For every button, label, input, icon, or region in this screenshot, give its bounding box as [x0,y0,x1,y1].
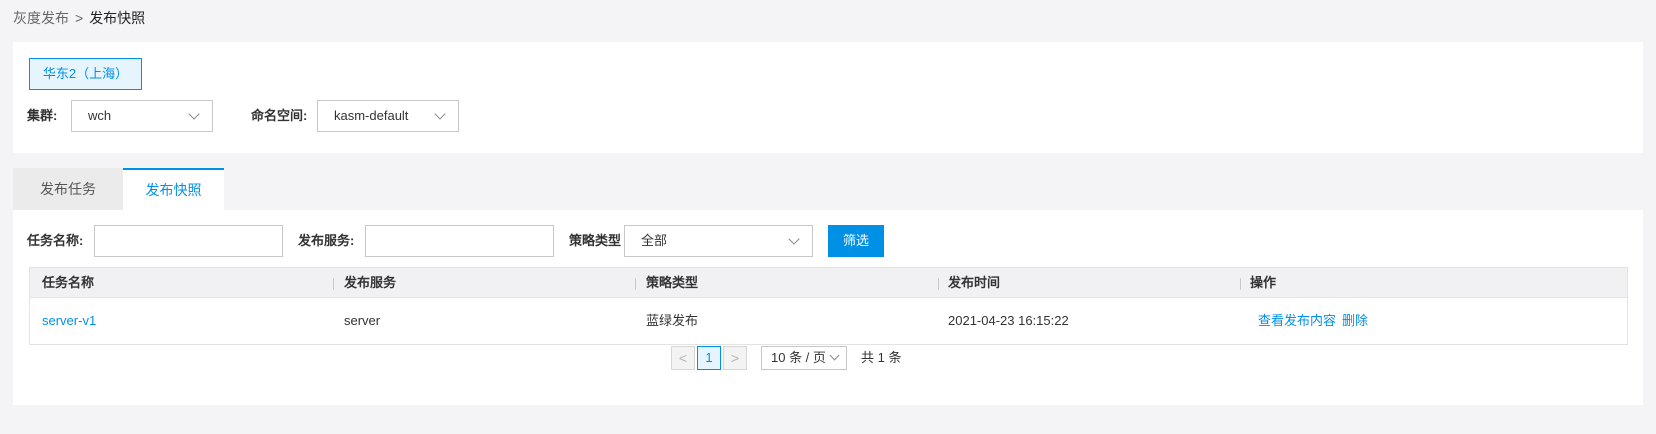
table-header: 任务名称 发布服务 策略类型 发布时间 操作 [30,268,1627,298]
page: 灰度发布 > 发布快照 华东2（上海） 集群: wch 命名空间: kasm-def… [0,0,1656,434]
namespace-select-value: kasm-default [334,108,409,123]
chevron-down-icon [788,233,800,245]
column-divider [635,278,636,290]
snapshot-panel: 任务名称: 发布服务: 策略类型 全部 筛选 任务名称 发布服务 策略类型 发布… [13,210,1643,405]
strategy-label: 策略类型 [569,233,622,248]
task-name-input[interactable] [94,225,283,257]
tab-release-tasks[interactable]: 发布任务 [13,168,123,210]
column-header-service: 发布服务 [344,275,397,290]
page-size-value: 10 条 / 页 [771,350,826,365]
strategy-select[interactable]: 全部 [624,225,813,257]
breadcrumb: 灰度发布 > 发布快照 [13,8,145,28]
column-divider [938,278,939,290]
cluster-select-value: wch [88,108,112,123]
cluster-select[interactable]: wch [71,100,213,132]
breadcrumb-separator: > [75,10,84,26]
service-cell: server [344,313,381,328]
time-cell: 2021-04-23 16:15:22 [948,313,1069,328]
task-name-link[interactable]: server-v1 [42,298,96,344]
namespace-select[interactable]: kasm-default [317,100,459,132]
page-size-select[interactable]: 10 条 / 页 [761,346,847,370]
region-button[interactable]: 华东2（上海） [29,58,142,90]
breadcrumb-current: 发布快照 [89,10,146,26]
prev-page-button[interactable]: < [671,346,695,370]
task-name-label: 任务名称: [27,233,84,248]
cluster-label: 集群: [27,108,58,123]
column-divider [1240,278,1241,290]
view-content-link[interactable]: 查看发布内容 [1258,298,1336,344]
next-page-button[interactable]: > [723,346,747,370]
column-header-strategy: 策略类型 [646,275,699,290]
chevron-down-icon [829,350,840,361]
column-header-actions: 操作 [1250,275,1277,290]
column-divider [333,278,334,290]
service-label: 发布服务: [298,233,355,248]
snapshot-table: 任务名称 发布服务 策略类型 发布时间 操作 server-v1 server … [29,267,1628,345]
column-header-time: 发布时间 [948,275,1001,290]
tab-release-snapshots[interactable]: 发布快照 [123,168,224,210]
filter-button[interactable]: 筛选 [828,225,884,257]
page-number-1[interactable]: 1 [697,346,721,370]
total-count: 共 1 条 [861,350,902,365]
cluster-panel: 华东2（上海） 集群: wch 命名空间: kasm-default [13,42,1643,153]
column-header-task-name: 任务名称 [42,275,95,290]
breadcrumb-parent[interactable]: 灰度发布 [13,10,69,26]
chevron-down-icon [188,108,200,120]
strategy-select-value: 全部 [641,233,668,248]
strategy-cell: 蓝绿发布 [646,313,699,328]
delete-link[interactable]: 删除 [1342,298,1368,344]
table-row: server-v1 server 蓝绿发布 2021-04-23 16:15:2… [30,298,1627,344]
chevron-down-icon [434,108,446,120]
namespace-label: 命名空间: [251,108,308,123]
service-input[interactable] [365,225,554,257]
